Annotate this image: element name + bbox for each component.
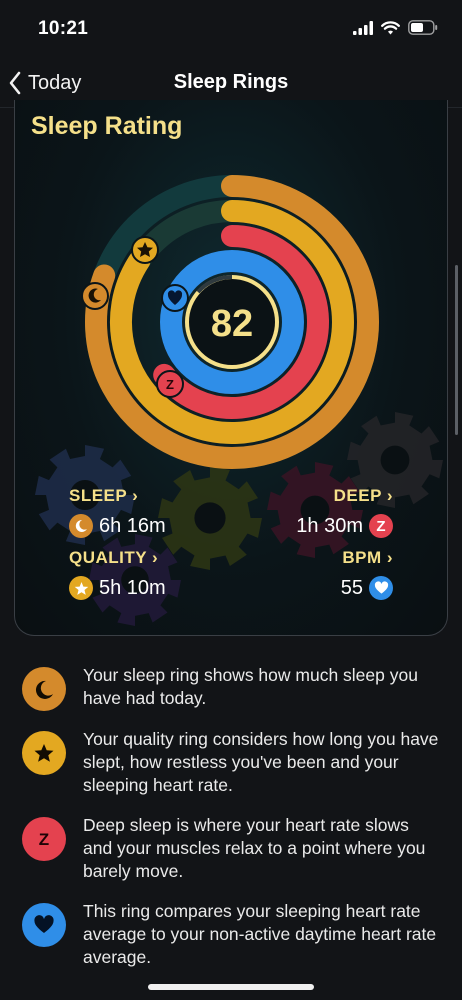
heart-icon <box>22 903 66 947</box>
ring-legend: Your sleep ring shows how much sleep you… <box>22 664 442 986</box>
battery-icon <box>408 20 438 35</box>
sleep-rating-card: Sleep Rating Z 82 SLEEP › 6h 16m DEEP › … <box>14 100 448 636</box>
z-icon: Z <box>22 817 66 861</box>
moon-icon <box>22 667 66 711</box>
svg-text:Z: Z <box>166 377 174 392</box>
sleep-stat[interactable]: SLEEP › 6h 16m <box>69 486 166 538</box>
bpm-stat-label[interactable]: BPM › <box>341 548 393 568</box>
cellular-signal-icon <box>353 20 373 35</box>
legend-item-deep: Z Deep sleep is where your heart rate sl… <box>22 814 442 883</box>
moon-icon <box>69 514 93 538</box>
legend-text-sleep: Your sleep ring shows how much sleep you… <box>83 665 418 708</box>
home-indicator[interactable] <box>148 984 314 990</box>
legend-item-sleep: Your sleep ring shows how much sleep you… <box>22 664 442 711</box>
star-icon <box>69 576 93 600</box>
quality-stat-value: 5h 10m <box>99 576 166 599</box>
bpm-stat-value: 55 <box>340 576 363 599</box>
legend-item-bpm: This ring compares your sleeping heart r… <box>22 900 442 969</box>
sleep-score: 82 <box>211 303 253 345</box>
legend-text-bpm: This ring compares your sleeping heart r… <box>83 901 437 967</box>
sleep-stat-value: 6h 16m <box>99 514 166 537</box>
star-icon <box>22 731 66 775</box>
bpm-ring-marker <box>161 284 189 312</box>
sleep-stat-value-row: 6h 16m <box>69 514 166 538</box>
status-icons <box>353 20 438 35</box>
page-title: Sleep Rings <box>173 71 289 93</box>
quality-stat-value-row: 5h 10m <box>69 576 166 600</box>
status-bar: 10:21 <box>0 0 462 58</box>
scroll-indicator[interactable] <box>455 265 458 435</box>
heart-icon <box>369 576 393 600</box>
sleep-stat-label[interactable]: SLEEP › <box>69 486 166 506</box>
legend-text-deep: Deep sleep is where your heart rate slow… <box>83 815 426 881</box>
svg-text:Z: Z <box>39 830 49 849</box>
quality-stat-label[interactable]: QUALITY › <box>69 548 166 568</box>
deep-stat-value: 1h 30m <box>296 514 363 537</box>
legend-text-quality: Your quality ring considers how long you… <box>83 729 439 795</box>
sleep-ring-marker <box>81 282 109 310</box>
quality-ring-marker <box>131 236 159 264</box>
deep-ring-marker: Z <box>156 370 184 398</box>
legend-item-quality: Your quality ring considers how long you… <box>22 728 442 797</box>
z-icon: Z <box>369 514 393 538</box>
status-time: 10:21 <box>38 18 89 39</box>
quality-stat[interactable]: QUALITY › 5h 10m <box>69 548 166 600</box>
bpm-stat[interactable]: BPM › 55 <box>341 548 393 600</box>
wifi-icon <box>381 20 400 34</box>
deep-stat-label[interactable]: DEEP › <box>296 486 393 506</box>
deep-stat[interactable]: DEEP › 1h 30m Z <box>296 486 393 538</box>
deep-stat-value-row: 1h 30m Z <box>296 514 393 538</box>
bpm-stat-value-row: 55 <box>341 576 393 600</box>
